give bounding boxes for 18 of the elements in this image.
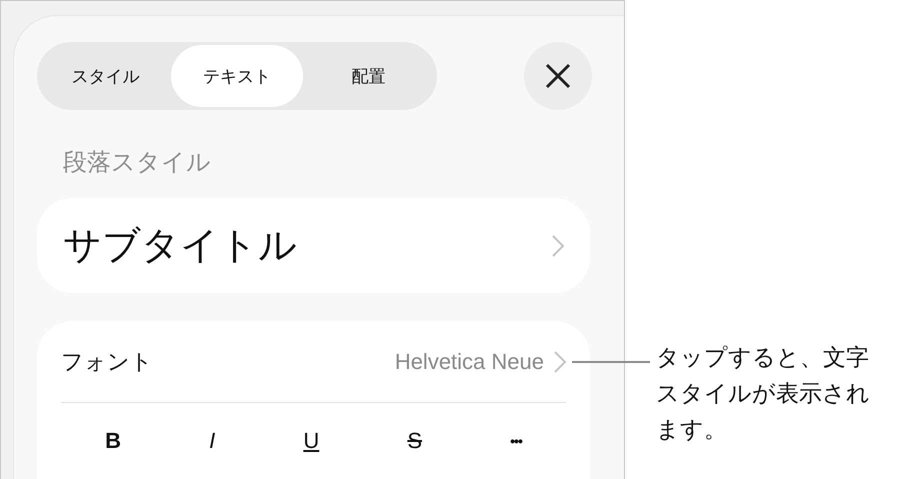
strike-button[interactable]: S	[399, 424, 430, 458]
bold-button[interactable]: B	[97, 424, 129, 458]
paragraph-style-value: サブタイトル	[63, 222, 297, 269]
section-label: 段落スタイル	[63, 147, 212, 178]
italic-button[interactable]: I	[201, 424, 224, 458]
font-value: Helvetica Neue	[394, 348, 544, 374]
tab[interactable]: スタイル	[40, 45, 172, 107]
font-label: フォント	[61, 348, 153, 376]
chevron-icon	[554, 350, 566, 372]
tab[interactable]: テキスト	[171, 45, 303, 107]
tab[interactable]: 配置	[302, 45, 434, 107]
underline-button[interactable]: U	[295, 424, 328, 458]
callout-text: タップすると、文字スタイルが表示されます。	[656, 344, 871, 445]
chevron-icon	[552, 234, 564, 256]
more-button[interactable]: •••	[502, 429, 530, 453]
font-row[interactable]: フォント Helvetica Neue	[61, 321, 566, 403]
close-icon	[545, 63, 571, 89]
paragraph-style-row[interactable]: サブタイトル	[37, 198, 590, 293]
